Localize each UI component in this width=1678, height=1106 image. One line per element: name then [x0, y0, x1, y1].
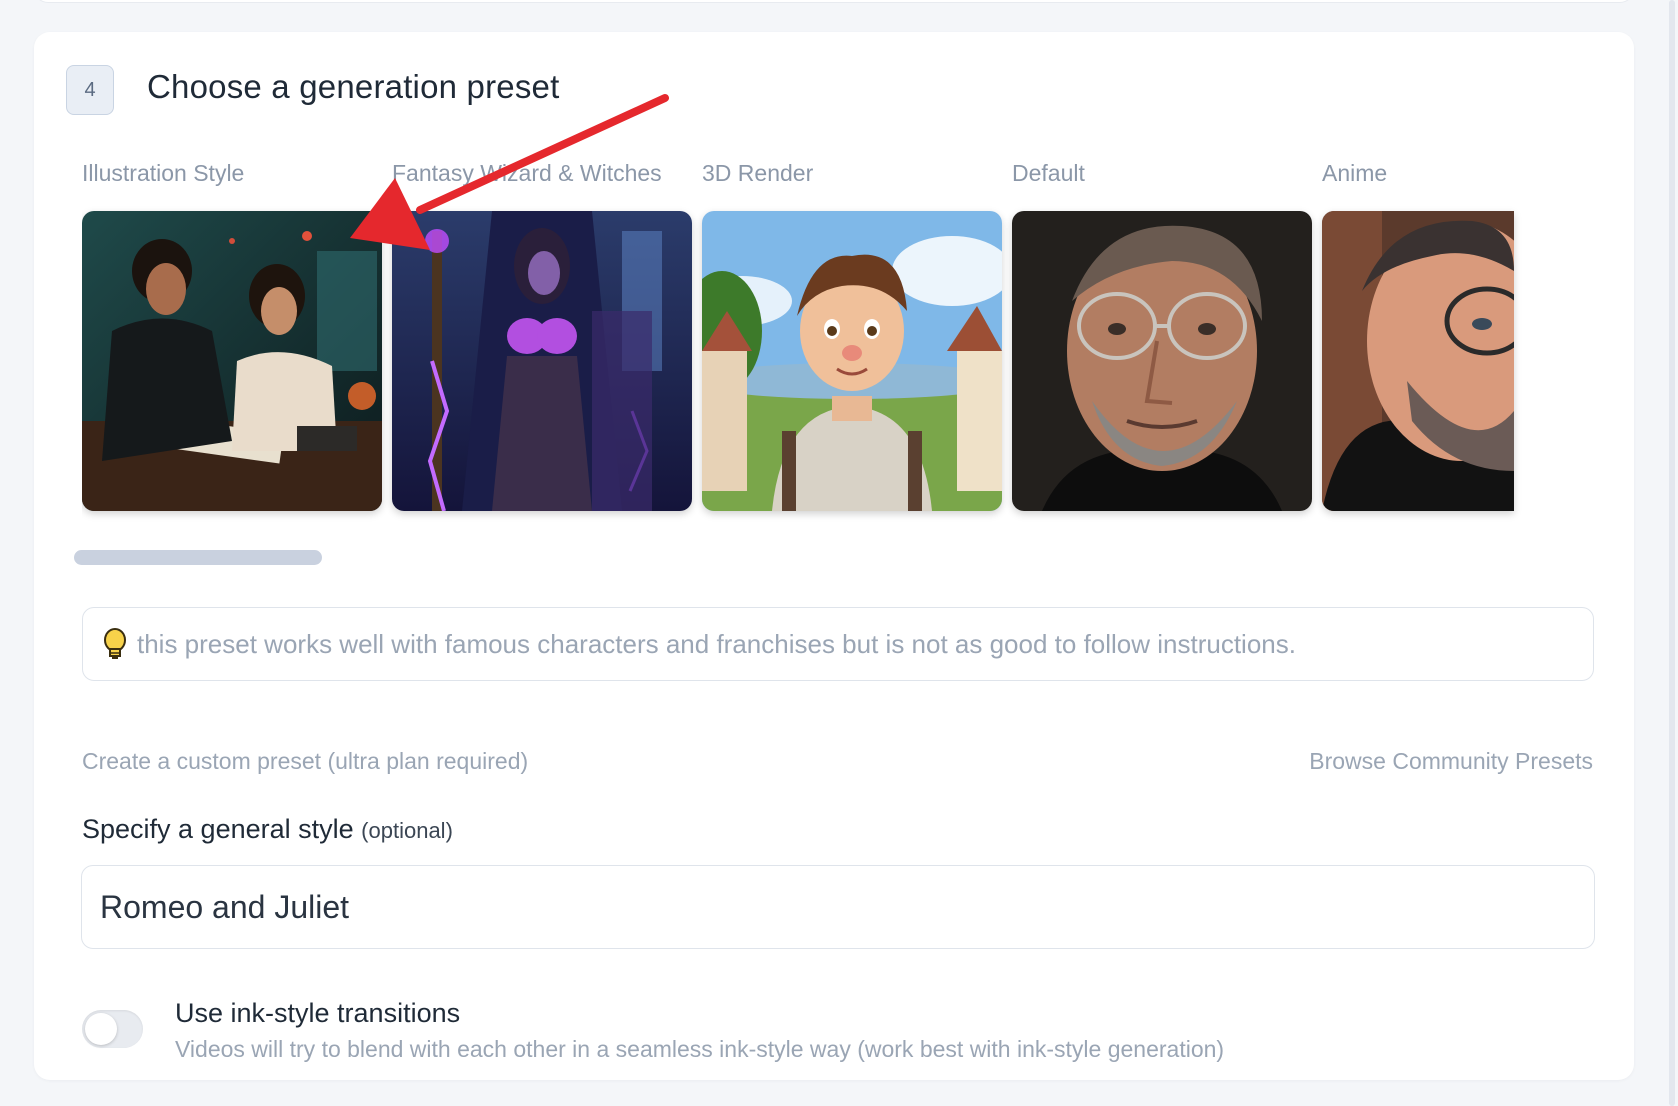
preset-label: Default: [1012, 160, 1085, 186]
preset-carousel[interactable]: Illustration Style Fantasy Wizard & Witc…: [82, 160, 1582, 550]
preset-label: 3D Render: [702, 160, 814, 186]
create-custom-preset-link[interactable]: Create a custom preset (ultra plan requi…: [82, 748, 528, 775]
tip-text: this preset works well with famous chara…: [137, 628, 1296, 659]
preset-step-card: 4 Choose a generation preset Illustratio…: [34, 32, 1634, 1080]
preset-default[interactable]: Default: [1012, 160, 1312, 511]
lightbulb-icon: [104, 628, 126, 659]
render-3d-image: [702, 211, 1002, 511]
general-style-label: Specify a general style (optional): [82, 814, 453, 845]
carousel-scrollbar[interactable]: [74, 550, 322, 565]
preset-3d-render[interactable]: 3D Render: [702, 160, 1002, 511]
fantasy-image: [392, 211, 692, 511]
previous-card: [34, 0, 1634, 3]
general-style-label-text: Specify a general style: [82, 814, 354, 844]
preset-label: Anime: [1322, 160, 1388, 186]
page-scrollbar[interactable]: [1666, 0, 1678, 1106]
anime-portrait-image: [1322, 211, 1514, 511]
preset-anime[interactable]: Anime: [1322, 160, 1582, 511]
illustration-image: [82, 211, 382, 511]
preset-tip-box: this preset works well with famous chara…: [82, 607, 1594, 681]
ink-transitions-toggle[interactable]: [82, 1010, 143, 1048]
preset-thumbnail-default[interactable]: [1012, 211, 1312, 511]
page-scrollbar-thumb[interactable]: [1669, 0, 1675, 1106]
ink-transitions-title: Use ink-style transitions: [175, 998, 461, 1028]
preset-thumbnail-illustration[interactable]: [82, 211, 382, 511]
preset-thumbnail-anime[interactable]: [1322, 211, 1514, 511]
preset-illustration-style[interactable]: Illustration Style: [82, 160, 382, 511]
step-number-badge: 4: [66, 65, 114, 115]
preset-fantasy-wizard[interactable]: Fantasy Wizard & Witches: [392, 160, 692, 511]
ink-transitions-description: Videos will try to blend with each other…: [175, 1036, 1225, 1062]
browse-community-presets-link[interactable]: Browse Community Presets: [1309, 748, 1593, 775]
preset-thumbnail-3d[interactable]: [702, 211, 1002, 511]
preset-label: Illustration Style: [82, 160, 245, 186]
default-portrait-image: [1012, 211, 1312, 511]
toggle-knob: [85, 1013, 117, 1045]
preset-thumbnail-fantasy[interactable]: [392, 211, 692, 511]
general-style-input[interactable]: [81, 865, 1595, 949]
preset-label: Fantasy Wizard & Witches: [392, 160, 662, 186]
step-title: Choose a generation preset: [147, 68, 560, 105]
optional-tag: (optional): [361, 818, 453, 843]
